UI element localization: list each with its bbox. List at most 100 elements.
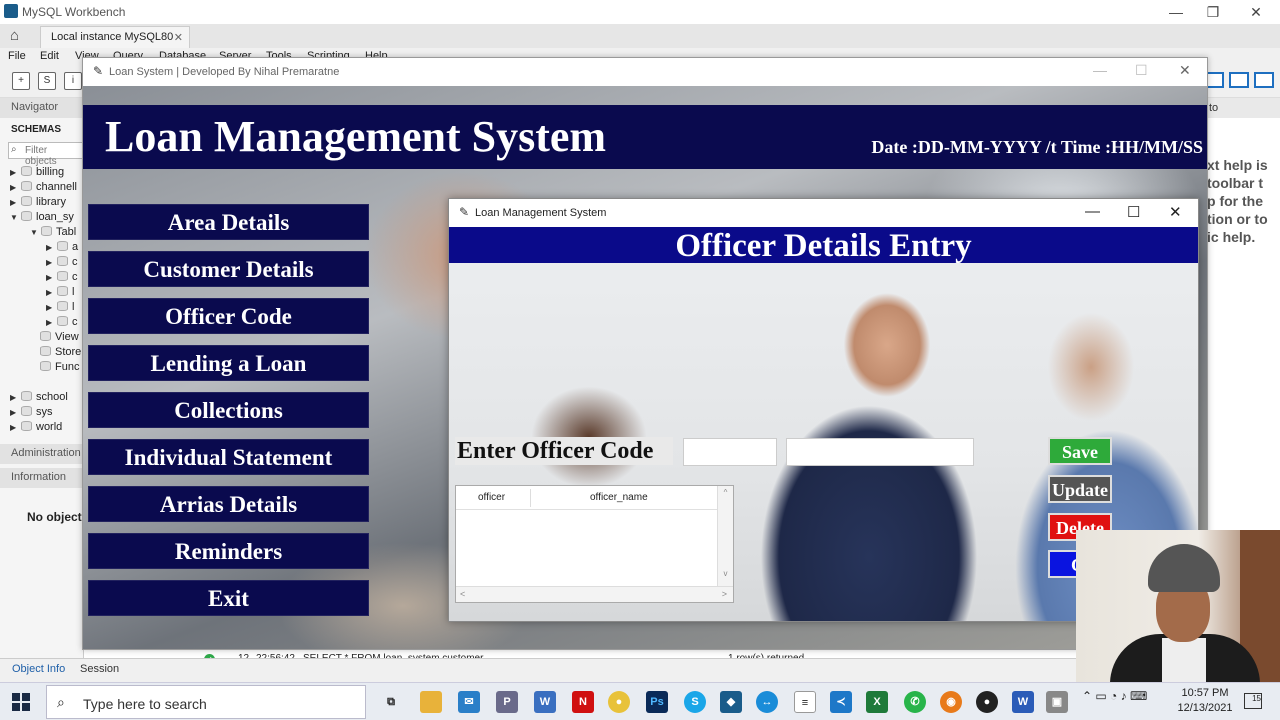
vscode-icon[interactable]: ≺ [830, 691, 852, 713]
maximize-icon[interactable]: ☐ [1127, 203, 1140, 221]
home-icon[interactable]: ⌂ [10, 27, 19, 44]
individual-statement-button[interactable]: Individual Statement [88, 439, 369, 475]
save-button[interactable]: Save [1048, 437, 1112, 465]
functions-label: Func [55, 361, 80, 373]
maximize-icon[interactable]: ❐ [1203, 4, 1223, 21]
windows-start-icon[interactable] [12, 693, 30, 711]
inspector-icon[interactable]: i [64, 72, 82, 90]
close-icon[interactable]: ✕ [1246, 4, 1266, 21]
photoshop-icon[interactable]: Ps [646, 691, 668, 713]
whatsapp-icon[interactable]: ✆ [904, 691, 926, 713]
php-icon[interactable]: P [496, 691, 518, 713]
schema-label: world [36, 421, 63, 433]
netflix-icon[interactable]: N [572, 691, 594, 713]
obs-icon[interactable]: ● [976, 691, 998, 713]
notification-icon[interactable]: 15 [1244, 693, 1262, 709]
app-icon[interactable]: ▣ [1046, 691, 1068, 713]
taskbar-search-box[interactable]: ⌕ Type here to search [46, 685, 366, 719]
scroll-left-icon[interactable]: < [460, 589, 465, 599]
lending-loan-button[interactable]: Lending a Loan [88, 345, 369, 381]
mail-icon[interactable]: ✉ [458, 691, 480, 713]
layout-right-icon[interactable] [1254, 72, 1274, 88]
skype-icon[interactable]: S [684, 691, 706, 713]
functions-folder[interactable]: Func [40, 361, 79, 373]
menu-file[interactable]: File [8, 50, 26, 62]
taskbar-clock[interactable]: 10:57 PM 12/13/2021 [1170, 686, 1240, 716]
excel-icon[interactable]: X [866, 691, 888, 713]
officer-code-button[interactable]: Officer Code [88, 298, 369, 334]
connection-tab[interactable]: Local instance MySQL80 ✕ [40, 26, 190, 48]
minimize-icon[interactable]: — [1093, 62, 1107, 78]
horizontal-scrollbar[interactable]: < > [456, 586, 733, 602]
schema-item[interactable]: ▶ billing [10, 166, 64, 178]
folder-icon [40, 331, 51, 341]
schema-item[interactable]: ▶ world [10, 421, 62, 433]
mysql-workbench-icon[interactable]: ◆ [720, 691, 742, 713]
tables-folder[interactable]: ▼ Tabl [30, 226, 76, 238]
feather-icon: ✎ [459, 205, 470, 219]
procedures-folder[interactable]: Store [40, 346, 81, 358]
word-icon[interactable]: W [1012, 691, 1034, 713]
word-pad-icon[interactable]: W [534, 691, 556, 713]
customer-details-button[interactable]: Customer Details [88, 251, 369, 287]
vertical-scrollbar[interactable]: ^ v [717, 486, 733, 586]
officer-code-input[interactable] [683, 438, 777, 466]
chrome-icon[interactable]: ● [608, 691, 630, 713]
table-label: l [72, 301, 75, 313]
schema-item[interactable]: ▶ school [10, 391, 68, 403]
table-item[interactable]: ▶ a [46, 241, 78, 253]
layout-bottom-icon[interactable] [1228, 72, 1249, 88]
column-officer[interactable]: officer [478, 492, 505, 503]
arrias-details-button[interactable]: Arrias Details [88, 486, 369, 522]
views-label: View [55, 331, 79, 343]
column-officer-name[interactable]: officer_name [590, 492, 648, 503]
officer-name-input[interactable] [786, 438, 974, 466]
table-item[interactable]: ▶ l [46, 301, 74, 313]
menu-edit[interactable]: Edit [40, 50, 59, 62]
file-explorer-icon[interactable] [420, 691, 442, 713]
notepad-icon[interactable]: ≡ [794, 691, 816, 713]
scroll-up-icon[interactable]: ^ [718, 488, 733, 497]
system-tray[interactable]: ⌃ ▭ ◔ ♪ ⌨ [1082, 689, 1147, 703]
close-icon[interactable]: ✕ [1169, 203, 1182, 221]
reminders-button[interactable]: Reminders [88, 533, 369, 569]
table-item[interactable]: ▶ l [46, 286, 74, 298]
new-sql-tab-icon[interactable]: + [12, 72, 30, 90]
views-folder[interactable]: View [40, 331, 79, 343]
area-details-button[interactable]: Area Details [88, 204, 369, 240]
taskbar-search-placeholder: Type here to search [83, 696, 207, 712]
loan-window-title: Loan System | Developed By Nihal Premara… [109, 66, 340, 78]
database-icon [21, 181, 32, 191]
schema-item[interactable]: ▶ channell [10, 181, 77, 193]
officer-header-banner: Officer Details Entry [449, 227, 1198, 264]
scroll-down-icon[interactable]: v [718, 569, 733, 578]
schema-item[interactable]: ▶ sys [10, 406, 53, 418]
officer-table[interactable]: officer officer_name ^ v < > [455, 485, 734, 603]
filter-objects-input[interactable]: ⌕ Filter objects [8, 142, 84, 167]
table-item[interactable]: ▶ c [46, 316, 78, 328]
object-info-tab[interactable]: Object Info [12, 663, 65, 675]
minimize-icon[interactable]: — [1085, 203, 1100, 220]
navigator-panel: Navigator SCHEMAS ⌕ Filter objects ▶ bill… [0, 98, 84, 658]
teamviewer-icon[interactable]: ↔ [756, 691, 778, 713]
minimize-icon[interactable]: — [1166, 4, 1186, 20]
chevron-right-icon: ▶ [46, 273, 53, 282]
task-view-icon[interactable]: ⧉ [380, 691, 402, 713]
scroll-right-icon[interactable]: > [722, 589, 727, 599]
schema-item[interactable]: ▶ library [10, 196, 66, 208]
update-button[interactable]: Update [1048, 475, 1112, 503]
table-label: c [72, 271, 78, 283]
table-item[interactable]: ▶ c [46, 256, 78, 268]
tab-close-icon[interactable]: ✕ [174, 31, 183, 44]
administration-tab[interactable]: Administration [0, 444, 84, 464]
blender-icon[interactable]: ◉ [940, 691, 962, 713]
collections-button[interactable]: Collections [88, 392, 369, 428]
schema-item[interactable]: ▼ loan_sy [10, 211, 74, 223]
close-icon[interactable]: ✕ [1179, 62, 1191, 79]
presenter-shirt [1162, 638, 1206, 682]
exit-button[interactable]: Exit [88, 580, 369, 616]
table-item[interactable]: ▶ c [46, 271, 78, 283]
maximize-icon[interactable]: ☐ [1135, 62, 1148, 79]
session-tab[interactable]: Session [80, 663, 119, 675]
open-sql-file-icon[interactable]: S [38, 72, 56, 90]
